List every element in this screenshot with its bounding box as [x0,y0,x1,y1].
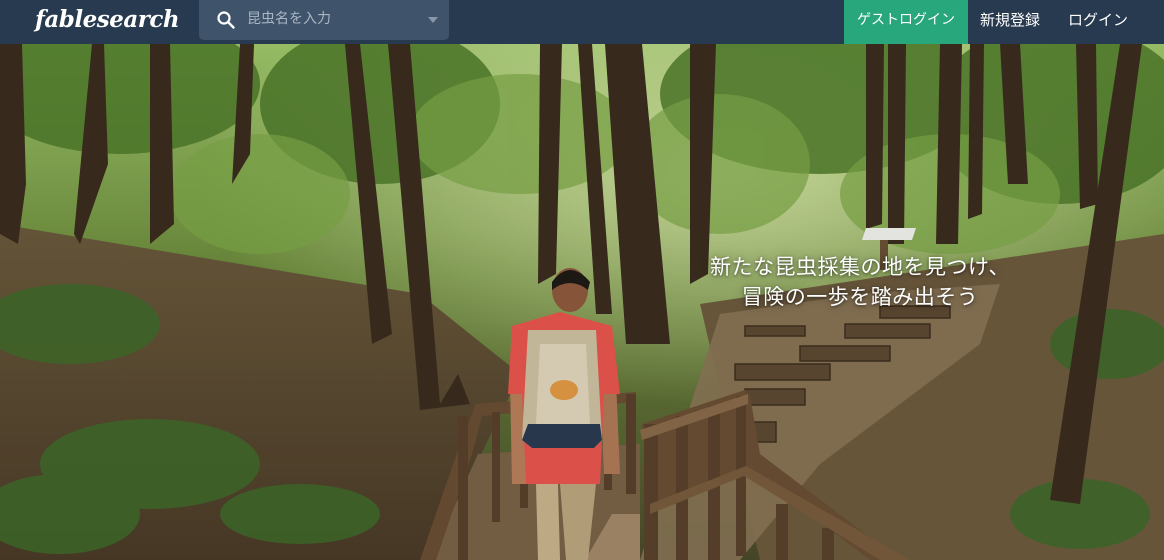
chevron-down-icon [428,17,438,23]
hero-tagline: 新たな昆虫採集の地を見つけ、 冒険の一歩を踏み出そう [660,252,1060,312]
register-link[interactable]: 新規登録 [980,0,1040,40]
search-icon [217,11,235,29]
login-link[interactable]: ログイン [1068,0,1128,40]
tagline-line-2: 冒険の一歩を踏み出そう [741,285,979,309]
search-input[interactable] [247,6,417,32]
hero-section: 新たな昆虫採集の地を見つけ、 冒険の一歩を踏み出そう [0,44,1164,560]
insect-search[interactable] [199,0,449,40]
navbar: fablesearch ゲストログイン 新規登録 ログイン [0,0,1164,44]
search-dropdown-toggle[interactable] [419,0,449,40]
brand-logo[interactable]: fablesearch [35,4,180,36]
tagline-line-1: 新たな昆虫採集の地を見つけ、 [710,255,1010,279]
guest-login-button[interactable]: ゲストログイン [844,0,968,44]
